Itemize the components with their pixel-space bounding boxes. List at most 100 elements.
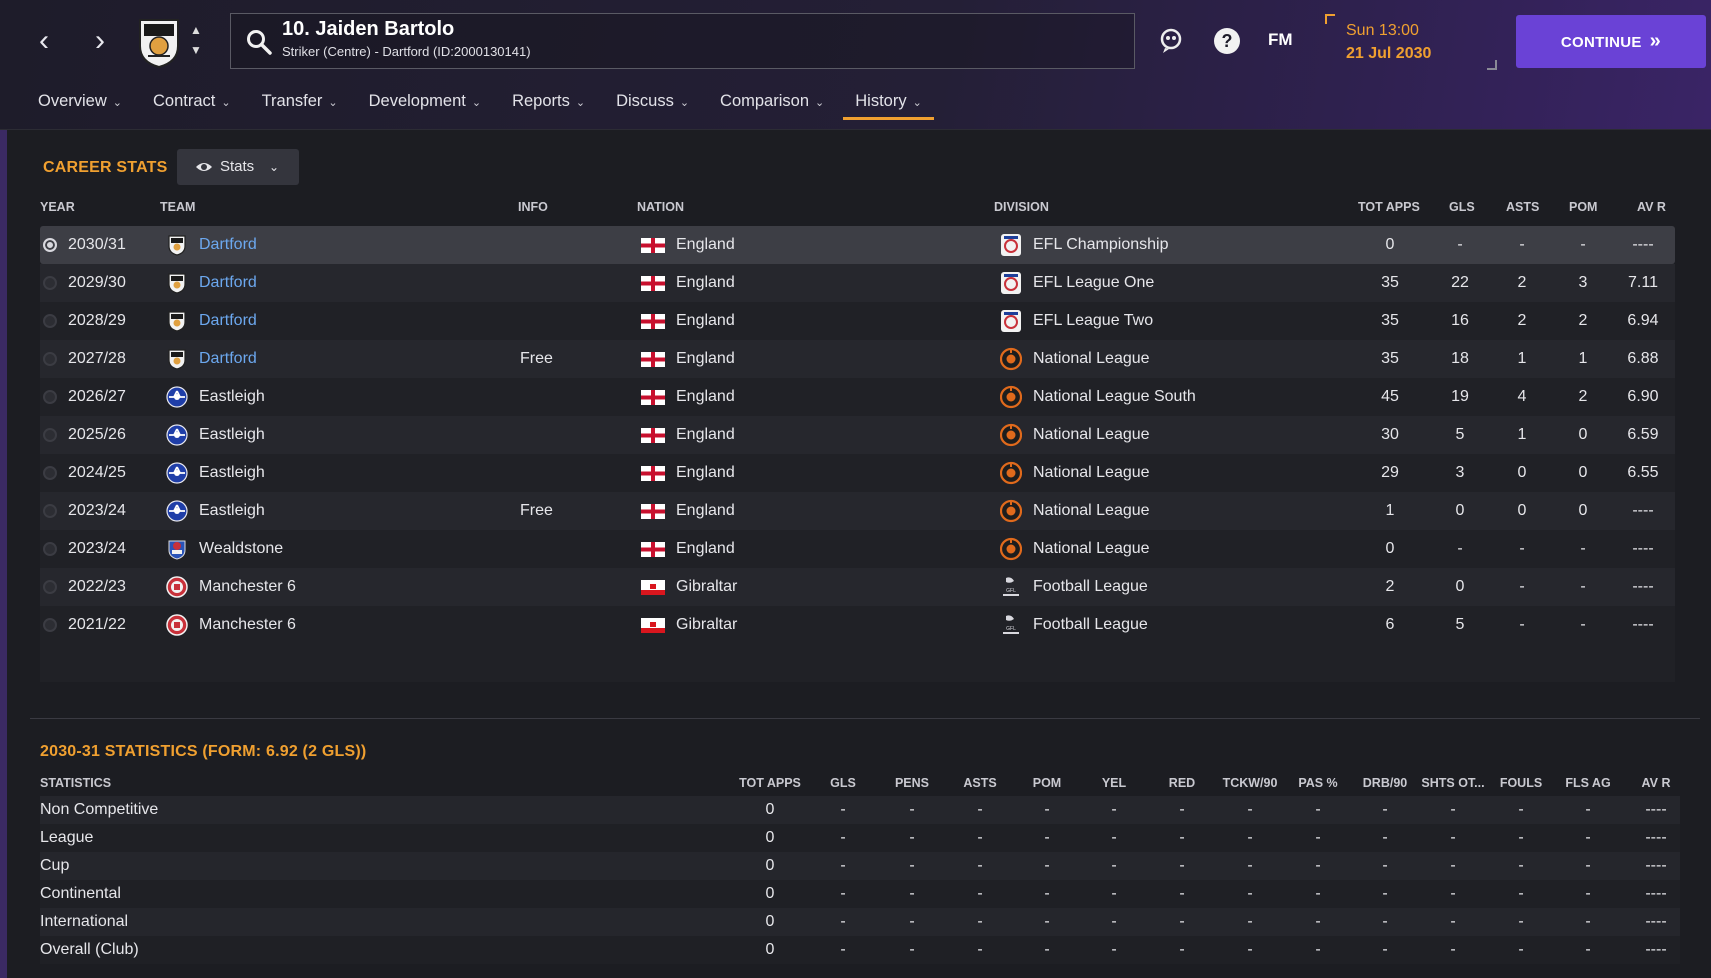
nation-flag-icon — [641, 580, 665, 595]
col-team[interactable]: TEAM — [160, 200, 195, 214]
career-division: National League — [1033, 350, 1150, 367]
season-stats-row[interactable]: Overall (Club) 0- - - - - - - - - - - - ---- — [40, 936, 1680, 964]
tab-contract[interactable]: Contract ⌄ — [141, 88, 243, 122]
career-assists: 0 — [1517, 464, 1527, 481]
career-avr: 6.59 — [1627, 426, 1659, 443]
col-av-r[interactable]: AV R — [1637, 200, 1666, 214]
forward-arrow-icon[interactable]: › — [83, 24, 117, 58]
stat-value: - — [1585, 857, 1591, 874]
stat-value: - — [909, 829, 915, 846]
player-search-box[interactable]: 10. Jaiden Bartolo Striker (Centre) - Da… — [230, 13, 1135, 69]
top-bar: ‹ › ▲ ▼ 10. Jaiden Bartolo Striker (Cent… — [0, 0, 1711, 130]
stat-value: - — [1382, 829, 1388, 846]
row-radio-button[interactable] — [43, 542, 57, 556]
season-stats-row[interactable]: International 0- - - - - - - - - - - - ---- — [40, 908, 1680, 936]
stat-value: - — [1044, 941, 1050, 958]
continue-button[interactable]: CONTINUE » — [1516, 15, 1706, 68]
career-row[interactable]: 2023/24 Eastleigh Free England National … — [40, 492, 1675, 530]
tab-overview[interactable]: Overview ⌄ — [26, 88, 134, 122]
col-gls[interactable]: GLS — [1449, 200, 1475, 214]
career-goals: 18 — [1451, 350, 1469, 367]
career-goals: - — [1457, 236, 1463, 253]
row-radio-button[interactable] — [43, 618, 57, 632]
row-radio-button[interactable] — [43, 580, 57, 594]
season-stats-row[interactable]: Cup 0- - - - - - - - - - - - ---- — [40, 852, 1680, 880]
tab-transfer[interactable]: Transfer ⌄ — [250, 88, 350, 122]
club-badge-icon[interactable] — [136, 16, 182, 68]
tab-discuss[interactable]: Discuss ⌄ — [604, 88, 701, 122]
back-arrow-icon[interactable]: ‹ — [27, 24, 61, 58]
stat-value: 0 — [765, 857, 775, 874]
career-row[interactable]: 2025/26 Eastleigh England National Leagu… — [40, 416, 1675, 454]
stat-value: - — [1044, 885, 1050, 902]
col-tot-apps[interactable]: TOT APPS — [1358, 200, 1420, 214]
season-col-header[interactable]: STATISTICS — [40, 776, 111, 790]
career-row[interactable]: 2022/23 Manchester 6 Gibraltar GFL Footb… — [40, 568, 1675, 606]
tab-reports[interactable]: Reports ⌄ — [500, 88, 597, 122]
career-apps: 35 — [1381, 312, 1399, 329]
career-year: 2021/22 — [68, 616, 126, 633]
stat-value: - — [909, 941, 915, 958]
club-crest-icon — [166, 462, 188, 484]
row-radio-button[interactable] — [43, 466, 57, 480]
career-team[interactable]: Dartford — [199, 274, 257, 292]
stat-value: - — [1585, 941, 1591, 958]
social-feed-icon[interactable] — [1156, 26, 1186, 56]
career-assists: 4 — [1517, 388, 1527, 405]
stats-view-dropdown[interactable]: Stats ⌄ — [177, 149, 299, 185]
tab-history[interactable]: History ⌄ — [843, 88, 934, 122]
search-icon[interactable] — [245, 28, 273, 56]
chevron-down-icon: ⌄ — [912, 97, 922, 109]
tab-comparison[interactable]: Comparison ⌄ — [708, 88, 836, 122]
season-stats-row[interactable]: Continental 0- - - - - - - - - - - - ---- — [40, 880, 1680, 908]
club-crest-icon — [166, 310, 188, 332]
career-team[interactable]: Dartford — [199, 312, 257, 330]
career-team[interactable]: Dartford — [199, 236, 257, 254]
career-row[interactable]: 2028/29 Dartford England EFL League Two … — [40, 302, 1675, 340]
career-row[interactable]: 2024/25 Eastleigh England National Leagu… — [40, 454, 1675, 492]
career-apps: 2 — [1385, 578, 1395, 595]
game-date[interactable]: Sun 13:00 21 Jul 2030 — [1325, 14, 1497, 70]
season-stats-row[interactable]: League 0- - - - - - - - - - - - ---- — [40, 824, 1680, 852]
tab-label: Transfer — [261, 92, 323, 110]
career-row[interactable]: 2027/28 Dartford Free England National L… — [40, 340, 1675, 378]
row-radio-button[interactable] — [43, 428, 57, 442]
career-row[interactable]: 2029/30 Dartford England EFL League One … — [40, 264, 1675, 302]
row-radio-button[interactable] — [43, 504, 57, 518]
season-stats-row[interactable]: Non Competitive 0- - - - - - - - - - - - ---- — [40, 796, 1680, 824]
career-info: Free — [520, 350, 553, 367]
row-radio-button[interactable] — [43, 276, 57, 290]
fm-menu-button[interactable]: FM — [1268, 30, 1293, 50]
stat-label: Continental — [40, 885, 121, 902]
career-avr: 6.94 — [1627, 312, 1659, 329]
career-team[interactable]: Dartford — [199, 350, 257, 368]
previous-player-icon[interactable]: ▲ — [188, 22, 204, 38]
stat-value: - — [1111, 801, 1117, 818]
next-player-icon[interactable]: ▼ — [188, 42, 204, 58]
col-asts[interactable]: ASTS — [1506, 200, 1539, 214]
club-crest-icon — [166, 272, 188, 294]
col-pom[interactable]: POM — [1569, 200, 1597, 214]
career-row[interactable]: 2021/22 Manchester 6 Gibraltar GFL Footb… — [40, 606, 1675, 644]
career-row[interactable]: 2030/31 Dartford England EFL Championshi… — [40, 226, 1675, 264]
career-row[interactable]: 2023/24 Wealdstone England National Leag… — [40, 530, 1675, 568]
nation-flag-icon — [641, 390, 665, 405]
col-division[interactable]: DIVISION — [994, 200, 1049, 214]
help-icon[interactable]: ? — [1212, 26, 1242, 56]
season-col-header[interactable]: GLS — [803, 776, 883, 790]
career-nation: England — [676, 540, 735, 557]
col-year[interactable]: YEAR — [40, 200, 75, 214]
season-col-header[interactable]: TOT APPS — [730, 776, 810, 790]
season-col-header[interactable]: AV R — [1616, 776, 1696, 790]
stat-value: - — [840, 829, 846, 846]
row-radio-button[interactable] — [43, 314, 57, 328]
col-info[interactable]: INFO — [518, 200, 548, 214]
row-radio-button[interactable] — [43, 238, 57, 252]
col-nation[interactable]: NATION — [637, 200, 684, 214]
tab-development[interactable]: Development ⌄ — [357, 88, 493, 122]
row-radio-button[interactable] — [43, 352, 57, 366]
division-logo-icon — [999, 537, 1023, 561]
row-radio-button[interactable] — [43, 390, 57, 404]
career-row[interactable]: 2026/27 Eastleigh England National Leagu… — [40, 378, 1675, 416]
stat-value: - — [977, 801, 983, 818]
